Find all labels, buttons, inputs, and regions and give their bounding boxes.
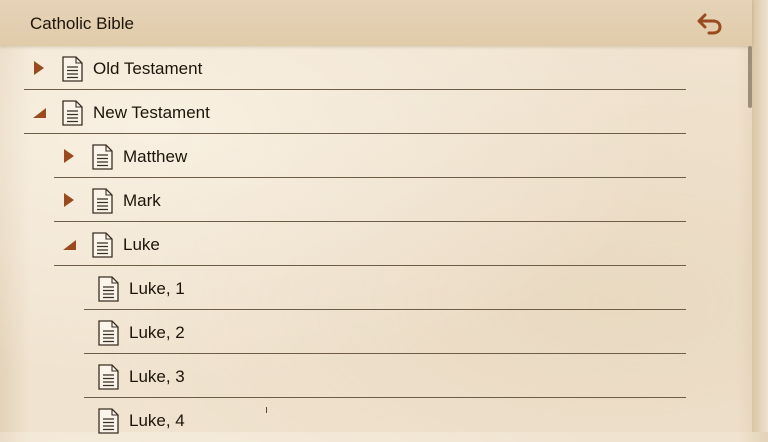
tree-item-label: New Testament: [93, 103, 210, 122]
collapse-arrow-icon: [33, 108, 46, 118]
document-icon: [98, 364, 119, 390]
tree-item-label: Luke, 4: [129, 411, 185, 430]
tree-item-label: Luke, 2: [129, 323, 185, 342]
book-tree-list: Old Testament New Testament Matthew Mark…: [0, 46, 752, 442]
document-icon: [92, 188, 113, 214]
tree-item-luke-3[interactable]: Luke, 3: [0, 354, 752, 398]
document-icon: [98, 408, 119, 434]
document-icon: [98, 320, 119, 346]
expand-arrow-icon: [64, 193, 74, 207]
document-icon: [62, 100, 83, 126]
tree-item-new-testament[interactable]: New Testament: [0, 90, 752, 134]
tree-item-label: Mark: [123, 191, 161, 210]
text-cursor-mark: [266, 407, 267, 413]
title-bar: Catholic Bible: [0, 0, 752, 46]
expand-arrow-icon: [64, 149, 74, 163]
tree-item-luke-4[interactable]: Luke, 4: [0, 398, 752, 442]
document-icon: [92, 144, 113, 170]
tree-item-mark[interactable]: Mark: [0, 178, 752, 222]
document-icon: [98, 276, 119, 302]
tree-item-luke[interactable]: Luke: [0, 222, 752, 266]
undo-arrow-icon: [697, 13, 722, 35]
document-icon: [92, 232, 113, 258]
collapse-arrow-icon: [63, 240, 76, 250]
expand-arrow-icon: [34, 61, 44, 75]
tree-item-label: Old Testament: [93, 59, 203, 78]
page-edge: [752, 0, 768, 432]
tree-item-label: Luke, 3: [129, 367, 185, 386]
tree-item-matthew[interactable]: Matthew: [0, 134, 752, 178]
tree-item-label: Luke, 1: [129, 279, 185, 298]
tree-item-label: Luke: [123, 235, 160, 254]
tree-item-old-testament[interactable]: Old Testament: [0, 46, 752, 90]
tree-item-label: Matthew: [123, 147, 188, 166]
tree-item-luke-2[interactable]: Luke, 2: [0, 310, 752, 354]
document-icon: [62, 56, 83, 82]
back-button[interactable]: [690, 8, 730, 38]
app-title: Catholic Bible: [30, 14, 134, 33]
tree-item-luke-1[interactable]: Luke, 1: [0, 266, 752, 310]
